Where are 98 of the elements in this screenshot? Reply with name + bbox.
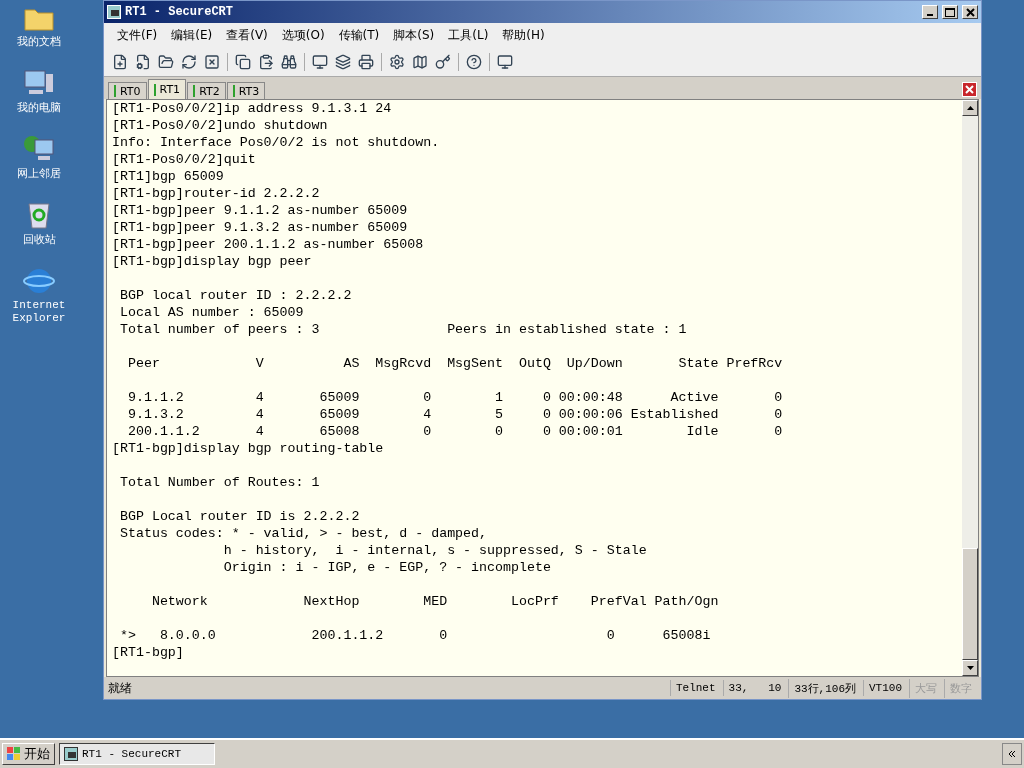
terminal-line: [RT1-bgp] [112,644,185,661]
close-tab-button[interactable] [962,82,977,97]
terminal-line: [RT1-Pos0/0/2]undo shutdown [112,117,329,134]
terminal-line: [RT1-bgp]peer 9.1.1.2 as-number 65009 [112,202,409,219]
desktop-icon-label[interactable]: 回收站 [22,233,56,246]
layers-icon [335,54,351,70]
copy-icon [235,54,251,70]
window-title: RT1 - SecureCRT [125,5,235,19]
status-field: 33, 10 [722,680,787,696]
toolbar-button[interactable] [202,52,222,72]
terminal-line: [RT1-bgp]display bgp peer [112,253,313,270]
binoculars-icon [281,54,297,70]
toolbar-button[interactable] [310,52,330,72]
start-button[interactable]: 开始 [2,743,55,765]
taskbar-button[interactable]: RT1 - SecureCRT [59,743,215,765]
terminal-line: Network NextHop MED LocPrf PrefVal Path/Ogn [150,593,720,610]
toolbar-button[interactable] [279,52,299,72]
map-icon [412,54,428,70]
toolbar-button[interactable] [333,52,353,72]
toolbar-button[interactable] [464,52,484,72]
help-icon [466,54,482,70]
settings-file-icon [135,54,151,70]
menu-item[interactable]: 编辑(E) [164,25,220,46]
terminal-line: [RT1-bgp]peer 200.1.1.2 as-number 65008 [112,236,425,253]
close-icon [965,85,974,94]
menu-item[interactable]: 文件(F) [110,25,165,46]
scroll-down-button[interactable] [962,660,978,676]
terminal-line: 9.1.1.2 4 65009 0 1 0 00:00:48 Active 0 [126,389,784,406]
key-icon [435,54,451,70]
refresh-icon [181,54,197,70]
status-message: 就绪 [108,679,133,697]
terminal-line: *> 8.0.0.0 200.1.1.2 0 0 65008i [118,627,712,644]
toolbar-button[interactable] [179,52,199,72]
paste-icon [258,54,274,70]
terminal-line: [RT1-bgp]peer 9.1.3.2 as-number 65009 [112,219,409,236]
terminal-line: [RT1-bgp]router-id 2.2.2.2 [112,185,321,202]
toolbar-button[interactable] [387,52,407,72]
status-field: Telnet [669,680,721,696]
settings-icon [389,54,405,70]
double-chevron-icon [1008,750,1016,758]
terminal-line: [RT1]bgp 65009 [112,168,225,185]
windows-logo-icon [7,747,21,761]
terminal-line: Local AS number : 65009 [118,304,305,321]
minimize-button[interactable] [922,5,938,19]
toolbar-button[interactable] [433,52,453,72]
scroll-up-button[interactable] [962,100,978,116]
status-field: 33行,106列 [788,678,861,698]
status-field: 数字 [944,678,977,698]
status-field: VT100 [863,680,907,696]
session-tab[interactable]: RT2 [187,82,226,99]
menu-item[interactable]: 脚本(S) [386,25,442,46]
terminal[interactable] [107,100,962,676]
menu-item[interactable]: 传输(T) [331,25,387,46]
menu-item[interactable]: 帮助(H) [495,25,552,46]
session-tab[interactable]: RT1 [147,79,187,99]
toolbar-button[interactable] [495,52,515,72]
down-arrow-icon [966,666,974,670]
terminal-line: 9.1.3.2 4 65009 4 5 0 00:00:06 Established 0 [126,406,784,423]
printer-icon [358,54,374,70]
monitor-icon [497,54,513,70]
terminal-line: Peer V AS MsgRcvd MsgSent OutQ Up/Down State PrefRcv [126,355,784,372]
terminal-line: Origin : i - IGP, e - EGP, ? - incomplete [222,559,552,576]
menu-item[interactable]: 查看(V) [219,25,275,46]
terminal-line: Total number of peers : 3 Peers in established state : 1 [118,321,688,338]
up-arrow-icon [966,106,974,110]
terminal-line: [RT1-Pos0/0/2]quit [112,151,257,168]
menu-item[interactable]: 工具(L) [441,25,496,46]
app-icon [64,747,78,761]
terminal-line: Total Number of Routes: 1 [118,474,321,491]
menu-item[interactable]: 选项(O) [274,25,332,46]
maximize-button[interactable] [942,5,958,19]
app-icon [107,5,121,19]
session-tab[interactable]: RT3 [226,82,266,99]
terminal-line: [RT1-Pos0/0/2]ip address 9.1.3.1 24 [112,100,393,117]
desktop-icon-label[interactable]: 我的文档 [17,35,61,48]
session-tab[interactable]: RT0 [108,82,147,99]
toolbar-button[interactable] [356,52,376,72]
terminal-line: Status codes: * - valid, > - best, d - damped, [118,525,489,542]
new-session-icon [112,54,128,70]
desktop-icon-label[interactable]: 我的电脑 [17,101,61,114]
terminal-line: Info: Interface Pos0/0/2 is not shutdown. [112,134,441,151]
toolbar-button[interactable] [233,52,253,72]
expand-tray-button[interactable] [1002,743,1022,765]
desktop-icon-label[interactable]: 网上邻居 [17,167,61,180]
terminal-line: BGP local router ID : 2.2.2.2 [118,287,353,304]
folder-icon [158,54,174,70]
monitor-icon [312,54,328,70]
scroll-thumb[interactable] [962,548,978,660]
maximize-icon [945,7,955,17]
terminal-line: h - history, i - internal, s - suppressed, S - Stale [222,542,648,559]
terminal-line: 200.1.1.2 4 65008 0 0 0 00:00:01 Idle 0 [126,423,784,440]
close-session-icon [204,54,220,70]
scrollbar[interactable] [962,100,978,676]
close-icon [965,7,975,17]
terminal-line: [RT1-bgp]display bgp routing-table [112,440,385,457]
desktop-icon-label[interactable]: Internet Explorer [1,299,77,325]
terminal-line: BGP Local router ID is 2.2.2.2 [118,508,361,525]
close-button[interactable] [962,5,978,19]
